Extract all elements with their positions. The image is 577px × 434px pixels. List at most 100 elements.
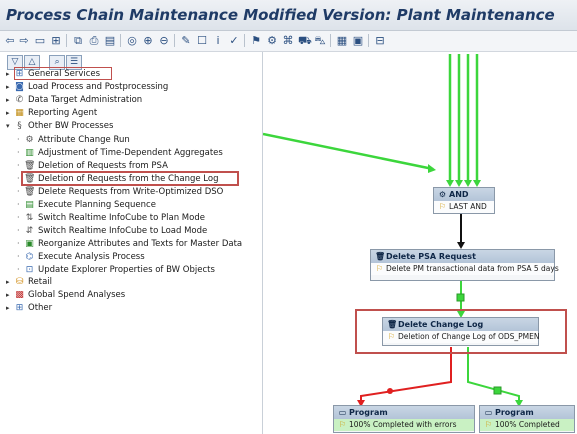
tree-item-retail[interactable]: ▸ ⛁ Retail [6, 277, 52, 288]
hierarchy-icon[interactable]: ⊞ [50, 33, 62, 48]
and-node[interactable]: ⚙ AND ⚐ LAST AND [433, 187, 495, 214]
display-icon[interactable]: ▤ [104, 33, 116, 48]
title-bar: Process Chain Maintenance Modified Versi… [0, 0, 577, 31]
process-types-panel: ▽ △ ⌕ ☰ ▸ ⊞ General Services ▸ ◙ Load Process … [0, 52, 263, 434]
truck-icon[interactable]: ⛍ [314, 33, 326, 48]
tree-item-data-target[interactable]: ▸ ✆ Data Target Administration [6, 95, 142, 106]
tree-item-label: Attribute Change Run [38, 135, 130, 145]
back-arrow-icon[interactable]: ⇦ [4, 33, 16, 48]
variant-icon: ⚐ [387, 332, 396, 341]
copy-icon[interactable]: ⧉ [72, 33, 84, 48]
transport-icon[interactable]: ⛟ [298, 33, 312, 48]
tree-item-global-spend[interactable]: ▸ ▩ Global Spend Analyses [6, 290, 125, 301]
program-errors-body: ⚐ 100% Completed with errors [334, 419, 474, 431]
monitor-icon[interactable]: ▣ [352, 33, 364, 48]
tree-item-label: Reorganize Attributes and Texts for Mast… [38, 239, 243, 249]
tree-item-attribute-change-run[interactable]: · ⚙ Attribute Change Run [17, 134, 130, 145]
tree-item-delete-psa[interactable]: · 🗑 Deletion of Requests from PSA [17, 160, 168, 171]
delete-psa-header: 🗑Delete PSA Request [371, 250, 554, 263]
other2-icon: ⊞ [15, 303, 24, 313]
expand-arrow-icon[interactable]: ▸ [6, 303, 14, 314]
trash-icon: 🗑 [375, 252, 386, 261]
zoom-out-icon[interactable]: ⊖ [158, 33, 170, 48]
gear-icon: ⚙ [25, 135, 34, 145]
expand-arrow-icon[interactable]: ▸ [6, 290, 14, 301]
screen-icon[interactable]: ▭ [34, 33, 46, 48]
info-icon[interactable]: ⅰ [212, 33, 224, 48]
find-icon[interactable]: ◎ [126, 33, 138, 48]
tree-item-planning-sequence[interactable]: · ▤ Execute Planning Sequence [17, 199, 156, 210]
toolbar-separator [120, 34, 121, 47]
reorganize-icon: ▣ [25, 239, 34, 249]
change-log-title: Delete Change Log [398, 320, 484, 329]
target-icon: ✆ [15, 95, 24, 105]
trash-icon: 🗑 [387, 320, 398, 329]
collapse-arrow-icon[interactable]: ▾ [6, 121, 14, 132]
and-node-subtitle: LAST AND [449, 202, 487, 211]
toolbar-separator [66, 34, 67, 47]
tree-item-switch-plan-mode[interactable]: · ⇅ Switch Realtime InfoCube to Plan Mode [17, 212, 205, 223]
retail-icon: ⛁ [15, 277, 24, 287]
toolbar-separator [368, 34, 369, 47]
expand-arrow-icon[interactable]: ▸ [6, 108, 14, 119]
grid-icon[interactable]: ▦ [336, 33, 348, 48]
tree-item-label: Switch Realtime InfoCube to Load Mode [38, 226, 208, 236]
tree-item-label: Other [28, 303, 53, 313]
program-icon: ▭ [484, 408, 493, 417]
tree-item-analysis-process[interactable]: · ⌬ Execute Analysis Process [17, 251, 145, 262]
and-node-header: ⚙ AND [434, 188, 494, 201]
check-icon[interactable]: ✓ [228, 33, 240, 48]
tree-item-reporting-agent[interactable]: ▸ ▦ Reporting Agent [6, 108, 97, 119]
program-errors-title: Program [349, 408, 388, 417]
schedule-icon[interactable]: ⚙ [266, 33, 278, 48]
tree-item-switch-load-mode[interactable]: · ⇵ Switch Realtime InfoCube to Load Mode [17, 225, 207, 236]
tree-item-label: Data Target Administration [28, 95, 143, 105]
tree-item-other[interactable]: ▸ ⊞ Other [6, 303, 52, 314]
expand-arrow-icon[interactable]: ▸ [6, 277, 14, 288]
new-icon[interactable]: ☐ [196, 33, 208, 48]
program-icon: ▭ [338, 408, 347, 417]
program-node-errors[interactable]: ▭ Program ⚐ 100% Completed with errors [333, 405, 475, 433]
forward-arrow-icon[interactable]: ⇨ [18, 33, 30, 48]
tree-item-label: Update Explorer Properties of BW Objects [38, 265, 215, 275]
tree-item-label: Adjustment of Time-Dependent Aggregates [38, 148, 223, 158]
trash-icon: 🗑 [24, 187, 36, 197]
tree-item-label: Switch Realtime InfoCube to Plan Mode [38, 213, 205, 223]
tree-item-label: Load Process and Postprocessing [28, 82, 169, 92]
variant-icon: ⚐ [438, 202, 447, 211]
network-icon[interactable]: ⌘ [282, 33, 294, 48]
process-chain-canvas: ⚙ AND ⚐ LAST AND 🗑Delete PSA Request ⚐ Dele… [263, 52, 577, 434]
delete-change-log-node[interactable]: 🗑Delete Change Log ⚐ Deletion of Change L… [382, 317, 539, 346]
tree-item-adjust-aggregates[interactable]: · ▥ Adjustment of Time-Dependent Aggregate… [17, 147, 223, 158]
highlight-change-log-item [21, 171, 239, 186]
tree-item-load-process[interactable]: ▸ ◙ Load Process and Postprocessing [6, 82, 168, 93]
print-icon[interactable]: ⎙ [88, 33, 100, 48]
delete-psa-title: Delete PSA Request [386, 252, 476, 261]
program-errors-header: ▭ Program [334, 406, 474, 419]
expand-arrow-icon[interactable]: ▸ [6, 82, 14, 93]
zoom-in-icon[interactable]: ⊕ [142, 33, 154, 48]
delete-psa-body: ⚐ Delete PM transactional data from PSA 5… [371, 263, 559, 275]
layout-icon[interactable]: ⊟ [374, 33, 386, 48]
tree-item-delete-write-optimized[interactable]: · 🗑 Delete Requests from Write-Optimized D… [17, 186, 223, 197]
change-log-header: 🗑Delete Change Log [383, 318, 538, 331]
toolbar-separator [244, 34, 245, 47]
tree-item-label: Delete Requests from Write-Optimized DSO [38, 187, 224, 197]
tree-item-reorganize-attributes[interactable]: · ▣ Reorganize Attributes and Texts for Ma… [17, 238, 242, 249]
report-icon: ▦ [15, 108, 24, 118]
analysis-icon: ⌬ [25, 252, 34, 262]
tree-item-explorer-properties[interactable]: · ⊡ Update Explorer Properties of BW Objec… [17, 264, 215, 275]
variant-icon: ⚐ [375, 264, 384, 273]
edit-icon[interactable]: ✎ [180, 33, 192, 48]
expand-arrow-icon[interactable]: ▸ [6, 69, 14, 80]
aggregate-icon: ▥ [25, 148, 34, 158]
activate-icon[interactable]: ⚑ [250, 33, 262, 48]
program-node-ok[interactable]: ▭ Program ⚐ 100% Completed [479, 405, 575, 433]
connector-lines [263, 54, 523, 407]
other-icon: § [17, 121, 22, 131]
tree-item-other-bw[interactable]: ▾ § Other BW Processes [6, 121, 113, 132]
expand-arrow-icon[interactable]: ▸ [6, 95, 14, 106]
delete-psa-request-node[interactable]: 🗑Delete PSA Request ⚐ Delete PM transacti… [370, 249, 559, 281]
delete-psa-description: Delete PM transactional data from PSA 5 … [386, 264, 559, 273]
variant-icon: ⚐ [484, 420, 493, 429]
